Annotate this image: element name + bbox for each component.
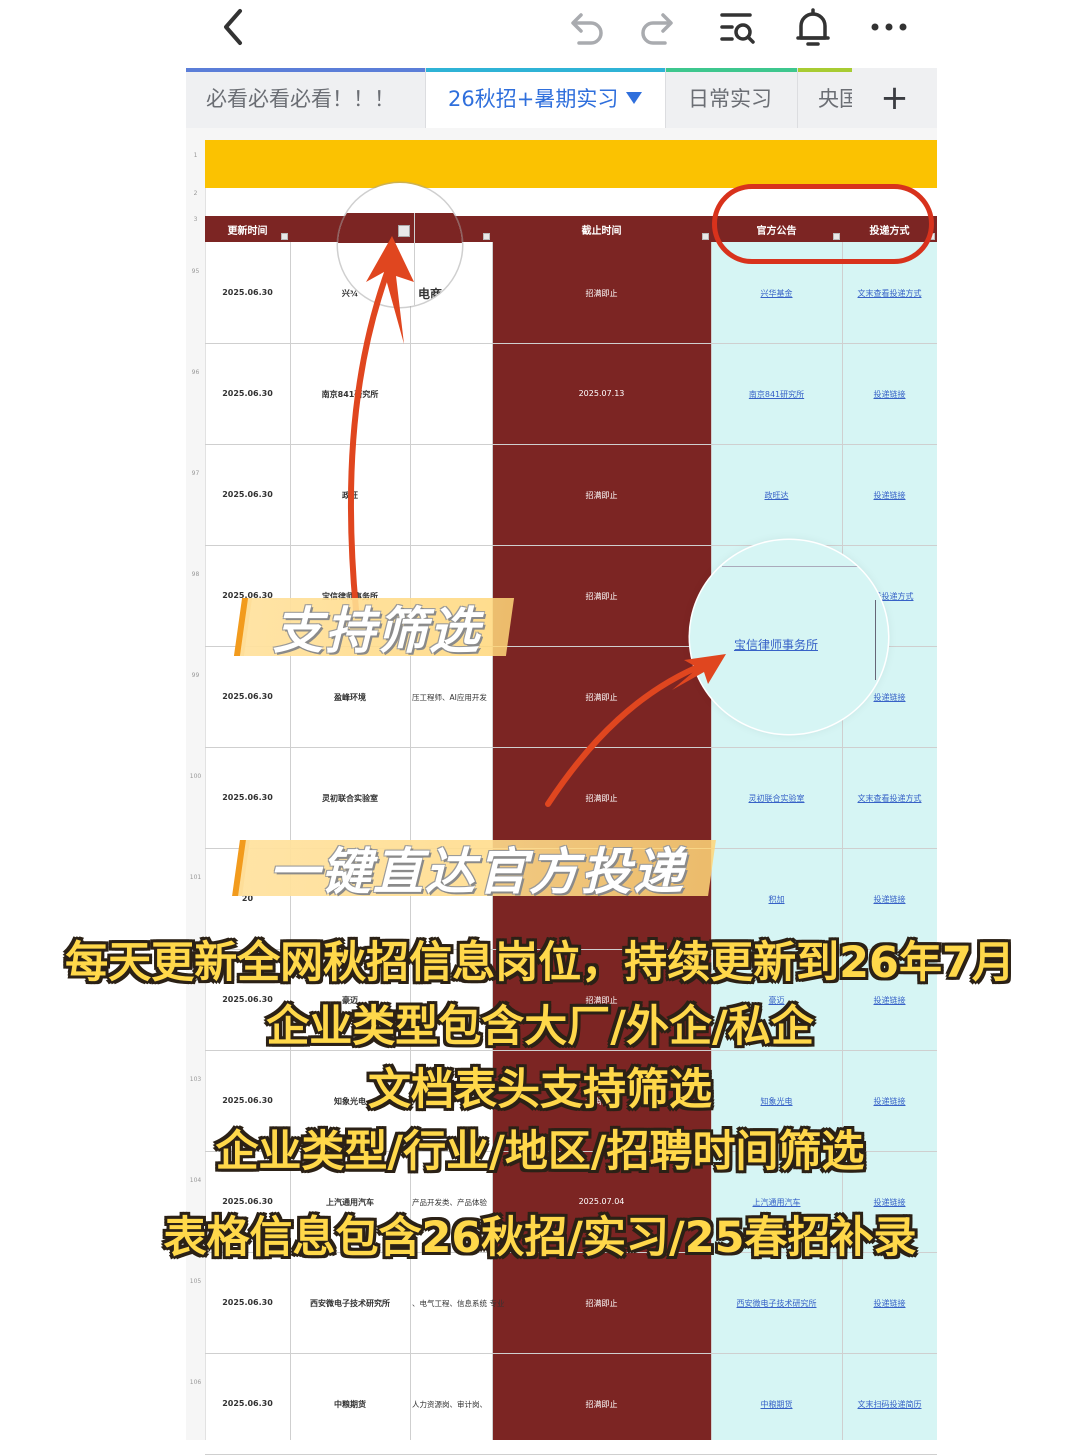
arrow-right-icon: [545, 661, 708, 807]
caption-line-2: 企业类型包含大厂/外企/私企: [266, 1002, 814, 1052]
callout-direct-apply: 一键直达官方投递: [232, 840, 716, 901]
callout-filter-text: 支持筛选: [273, 602, 481, 660]
arrowhead-right-icon: [672, 654, 726, 690]
caption-line-1: 每天更新全网秋招信息岗位，持续更新到26年7月: [65, 938, 1015, 988]
arrow-up-icon: [347, 267, 391, 613]
callout-filter: 支持筛选: [233, 598, 515, 660]
caption-line-5: 表格信息包含26秋招/实习/25春招补录: [163, 1213, 917, 1263]
caption-line-4: 企业类型/行业/地区/招聘时间筛选: [215, 1127, 865, 1177]
callout-direct-text: 一键直达官方投递: [269, 843, 685, 901]
caption-line-3: 文档表头支持筛选: [368, 1065, 712, 1115]
